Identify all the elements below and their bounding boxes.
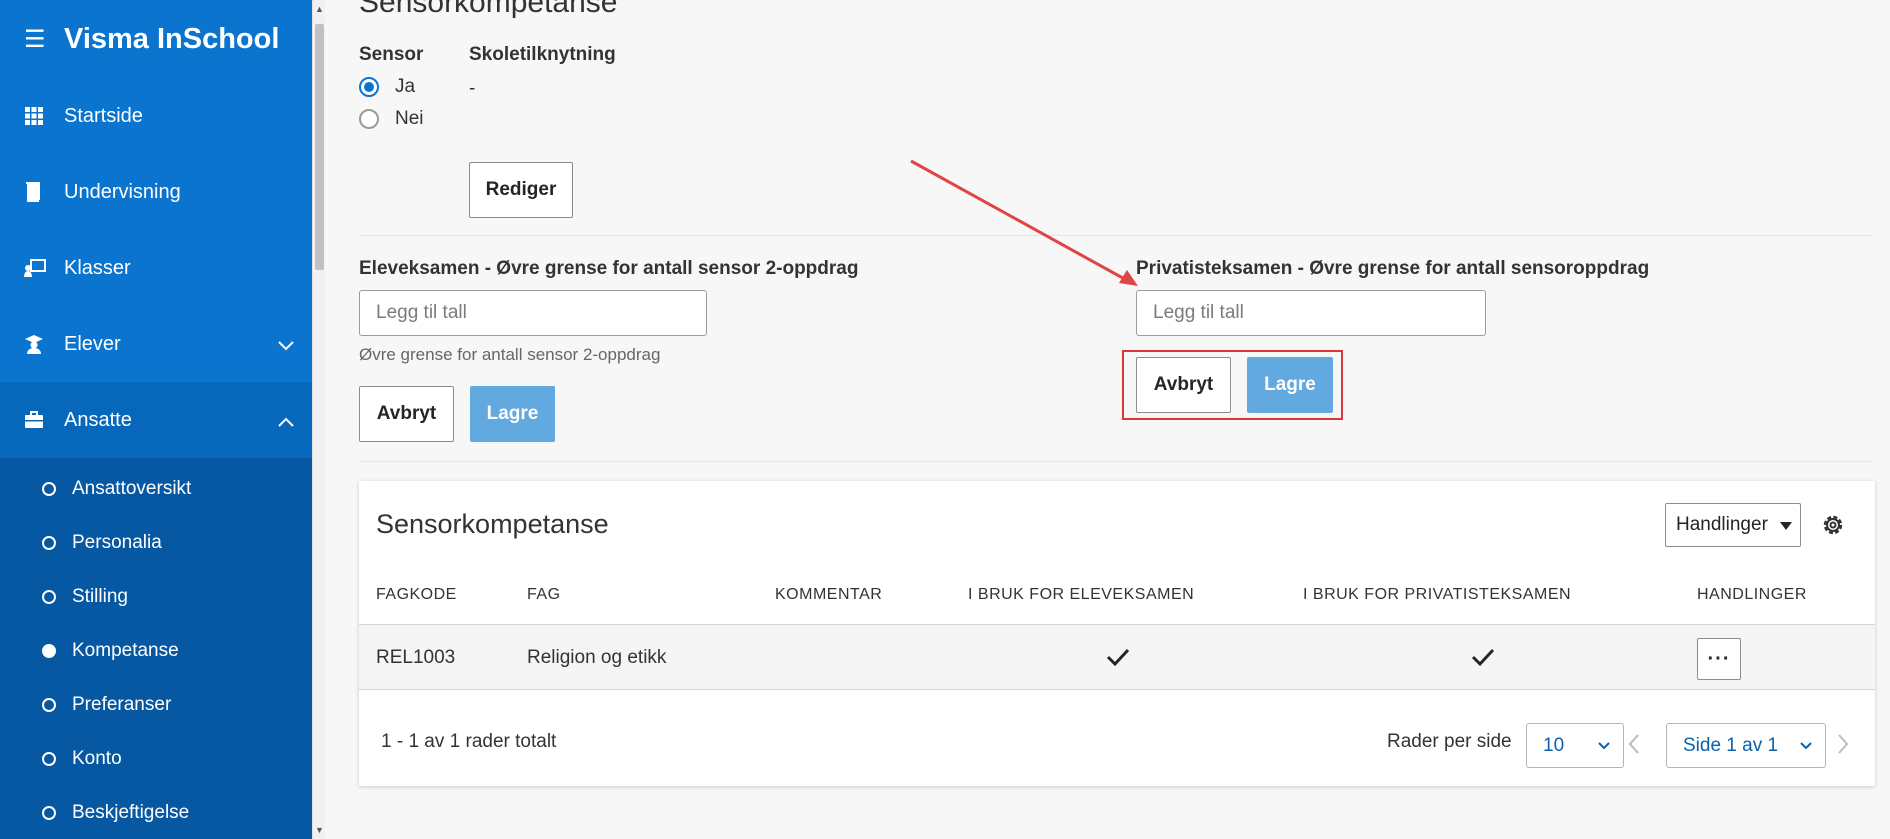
radio-nei-control[interactable] [359,109,379,129]
subnav-item-label: Personalia [72,532,162,553]
skoletilknytning-group: Skoletilknytning - [469,44,616,100]
cell-fagkode: REL1003 [376,647,456,668]
column-header-fagkode[interactable]: FAGKODE [376,586,457,604]
handlinger-label: Handlinger [1676,514,1768,535]
column-header-privatisteksamen[interactable]: I BRUK FOR PRIVATISTEKSAMEN [1303,586,1571,604]
radio-dot-icon [42,482,56,496]
page-select-value: Side 1 av 1 [1683,734,1779,756]
skoletilknytning-value: - [469,78,476,99]
ansatte-subnav: Ansattoversikt Personalia Stilling Kompe… [0,458,312,839]
subnav-item-label: Preferanser [72,694,172,715]
rows-per-page-value: 10 [1543,734,1565,756]
sidebar-item-label: Ansatte [64,408,132,431]
privatisteksamen-input[interactable] [1136,290,1486,336]
subnav-item-konto[interactable]: Konto [0,732,312,786]
chevron-down-icon [1598,742,1610,750]
checkmark-icon [1471,647,1495,672]
column-header-eleveksamen[interactable]: I BRUK FOR ELEVEKSAMEN [968,586,1194,604]
sensor-label: Sensor [359,44,424,65]
gear-icon[interactable] [1821,513,1845,542]
radio-dot-icon [42,806,56,820]
sidebar-item-ansatte[interactable]: Ansatte [0,382,312,458]
brand-bar: ☰ Visma InSchool [0,0,312,78]
rediger-button[interactable]: Rediger [469,162,573,218]
column-header-handlinger: HANDLINGER [1697,586,1807,603]
chevron-up-icon [278,410,294,433]
annotation-arrow-icon [910,159,1138,286]
subnav-item-label: Ansattoversikt [72,478,192,499]
skoletilknytning-label: Skoletilknytning [469,44,616,65]
radio-dot-icon [42,536,56,550]
subnav-item-beskjeftigelse[interactable]: Beskjeftigelse [0,786,312,839]
subnav-item-label: Kompetanse [72,640,179,661]
sidebar-item-startside[interactable]: Startside [0,78,312,154]
radio-dot-icon [42,698,56,712]
sensor-radio-group: Sensor Ja Nei [359,44,424,130]
sidebar-item-klasser[interactable]: Klasser [0,230,312,306]
checkmark-icon [1106,647,1130,672]
subnav-item-kompetanse[interactable]: Kompetanse [0,624,312,678]
sidebar: ☰ Visma InSchool Startside Undervisning … [0,0,312,839]
page-heading: Sensorkompetanse [359,0,618,19]
sidebar-item-elever[interactable]: Elever [0,306,312,382]
highlight-box [1122,350,1343,420]
radio-dot-icon [42,590,56,604]
radio-nei-label: Nei [395,108,424,129]
eleveksamen-save-button[interactable]: Lagre [470,386,555,442]
grid-icon [24,106,64,126]
caret-down-icon [1780,522,1792,530]
scroll-up-arrow-icon[interactable]: ▲ [315,4,324,14]
divider [359,461,1873,462]
subnav-item-ansattoversikt[interactable]: Ansattoversikt [0,462,312,516]
sidebar-item-label: Elever [64,332,121,355]
chevron-down-icon [278,334,294,357]
column-header-kommentar[interactable]: KOMMENTAR [775,586,882,604]
privatisteksamen-label: Privatisteksamen - Øvre grense for antal… [1136,258,1650,279]
chevron-down-icon [1800,742,1812,750]
handlinger-dropdown[interactable]: Handlinger [1665,503,1801,547]
sidebar-item-label: Startside [64,104,143,127]
subnav-item-label: Stilling [72,586,128,607]
scroll-down-arrow-icon[interactable]: ▼ [315,825,324,835]
table-row[interactable]: REL1003 Religion og etikk ··· [359,624,1875,690]
column-header-fag[interactable]: FAG [527,586,561,604]
subnav-item-label: Beskjeftigelse [72,802,190,823]
rows-per-page-select[interactable]: 10 [1526,723,1624,768]
next-page-chevron-icon[interactable] [1836,733,1850,760]
rows-per-page-label: Rader per side [1387,731,1512,752]
main-content: Sensorkompetanse Sensor Ja Nei Skoletilk… [325,0,1890,839]
row-actions-button[interactable]: ··· [1697,638,1741,680]
subnav-item-preferanser[interactable]: Preferanser [0,678,312,732]
scrollbar-thumb[interactable] [315,24,324,270]
page-select[interactable]: Side 1 av 1 [1666,723,1826,768]
page-scrollbar[interactable]: ▲ ▼ [312,0,325,839]
sidebar-item-label: Undervisning [64,180,181,203]
eleveksamen-cancel-button[interactable]: Avbryt [359,386,454,442]
student-icon [24,334,64,354]
book-icon [24,182,64,202]
subnav-item-label: Konto [72,748,122,769]
briefcase-icon [24,411,64,429]
app-title: Visma InSchool [64,22,280,55]
radio-dot-filled-icon [42,644,56,658]
subnav-item-personalia[interactable]: Personalia [0,516,312,570]
previous-page-chevron-icon[interactable] [1627,733,1641,760]
sidebar-item-undervisning[interactable]: Undervisning [0,154,312,230]
cell-fag: Religion og etikk [527,647,667,668]
row-count-text: 1 - 1 av 1 rader totalt [381,731,557,752]
card-title: Sensorkompetanse [376,509,609,539]
radio-nei[interactable]: Nei [359,108,424,130]
sidebar-item-label: Klasser [64,256,131,279]
eleveksamen-input[interactable] [359,290,707,336]
radio-dot-icon [42,752,56,766]
hamburger-menu-icon[interactable]: ☰ [24,25,64,54]
radio-ja-label: Ja [395,76,416,97]
radio-ja-control[interactable] [359,77,379,97]
subnav-item-stilling[interactable]: Stilling [0,570,312,624]
classroom-icon [24,258,64,278]
radio-ja[interactable]: Ja [359,76,424,98]
eleveksamen-label: Eleveksamen - Øvre grense for antall sen… [359,258,859,279]
eleveksamen-helper-text: Øvre grense for antall sensor 2-oppdrag [359,345,661,364]
sensorkompetanse-card: Sensorkompetanse Handlinger FAGKODE FAG … [359,481,1875,786]
